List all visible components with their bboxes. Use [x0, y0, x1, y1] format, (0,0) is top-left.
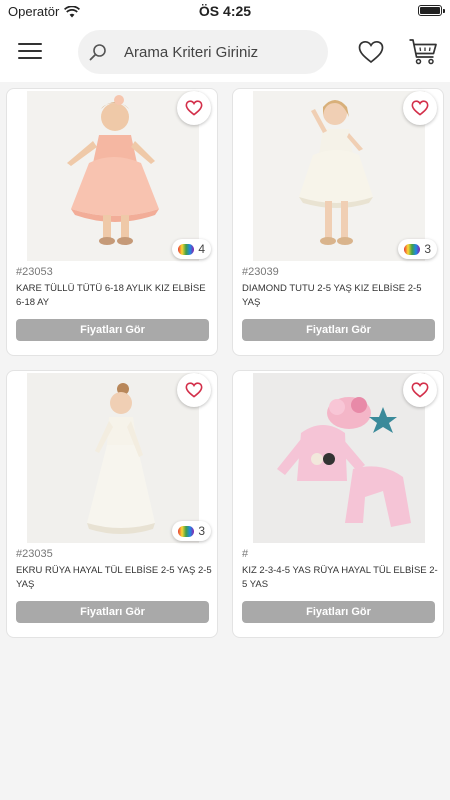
- color-count-badge: 4: [172, 239, 211, 259]
- product-code: #23035: [16, 548, 53, 560]
- color-count: 4: [198, 242, 205, 256]
- cart-icon[interactable]: [408, 38, 438, 66]
- color-palette-icon: [178, 525, 195, 537]
- product-code: #23053: [16, 266, 53, 278]
- product-code: #23039: [242, 266, 279, 278]
- product-image[interactable]: [27, 373, 199, 543]
- favorite-button[interactable]: [403, 373, 437, 407]
- heart-outline-icon: [185, 100, 203, 116]
- see-prices-button[interactable]: Fiyatları Gör: [16, 601, 209, 623]
- color-palette-icon: [178, 243, 195, 255]
- search-icon: [89, 44, 106, 61]
- search-bar[interactable]: [78, 30, 328, 74]
- product-photo-pink-tracksuit-set: [253, 373, 425, 543]
- heart-outline-icon: [185, 382, 203, 398]
- product-photo-peach-tutu-dress: [27, 91, 199, 261]
- battery-icon: [418, 5, 445, 16]
- favorite-button[interactable]: [403, 91, 437, 125]
- color-count: 3: [424, 242, 431, 256]
- product-card[interactable]: 4 #23053 KARE TÜLLÜ TÜTÜ 6-18 AYLIK KIZ …: [6, 88, 218, 356]
- product-name: DIAMOND TUTU 2-5 YAŞ KIZ ELBİSE 2-5 YAŞ: [242, 283, 422, 308]
- product-name: KARE TÜLLÜ TÜTÜ 6-18 AYLIK KIZ ELBİSE 6-…: [16, 283, 206, 308]
- product-image[interactable]: [253, 373, 425, 543]
- color-count-badge: 3: [172, 521, 211, 541]
- product-photo-ecru-dream-dress: [27, 373, 199, 543]
- search-input[interactable]: [122, 42, 316, 62]
- favorite-button[interactable]: [177, 91, 211, 125]
- product-card[interactable]: 3 #23039 DIAMOND TUTU 2-5 YAŞ KIZ ELBİSE…: [232, 88, 444, 356]
- status-time: ÖS 4:25: [198, 3, 252, 19]
- product-card[interactable]: 3 #23035 EKRU RÜYA HAYAL TÜL ELBİSE 2-5 …: [6, 370, 218, 638]
- status-bar: Operatör ÖS 4:25: [0, 0, 450, 24]
- heart-outline-icon: [411, 382, 429, 398]
- color-count-badge: 3: [398, 239, 437, 259]
- favorite-button[interactable]: [177, 373, 211, 407]
- color-palette-icon: [404, 243, 421, 255]
- product-name: EKRU RÜYA HAYAL TÜL ELBİSE 2-5 YAŞ 2-5 Y…: [16, 565, 212, 590]
- favorites-heart-icon[interactable]: [358, 40, 384, 64]
- product-card[interactable]: # KIZ 2-3-4-5 YAS RÜYA HAYAL TÜL ELBİSE …: [232, 370, 444, 638]
- product-image[interactable]: [27, 91, 199, 261]
- see-prices-button[interactable]: Fiyatları Gör: [242, 601, 435, 623]
- product-code: #: [242, 548, 249, 560]
- see-prices-button[interactable]: Fiyatları Gör: [242, 319, 435, 341]
- product-image[interactable]: [253, 91, 425, 261]
- menu-icon[interactable]: [18, 43, 42, 61]
- top-bar: [0, 24, 450, 82]
- product-photo-white-diamond-tutu: [253, 91, 425, 261]
- color-count: 3: [198, 524, 205, 538]
- heart-outline-icon: [411, 100, 429, 116]
- product-name: KIZ 2-3-4-5 YAS RÜYA HAYAL TÜL ELBİSE 2-…: [242, 565, 438, 590]
- see-prices-button[interactable]: Fiyatları Gör: [16, 319, 209, 341]
